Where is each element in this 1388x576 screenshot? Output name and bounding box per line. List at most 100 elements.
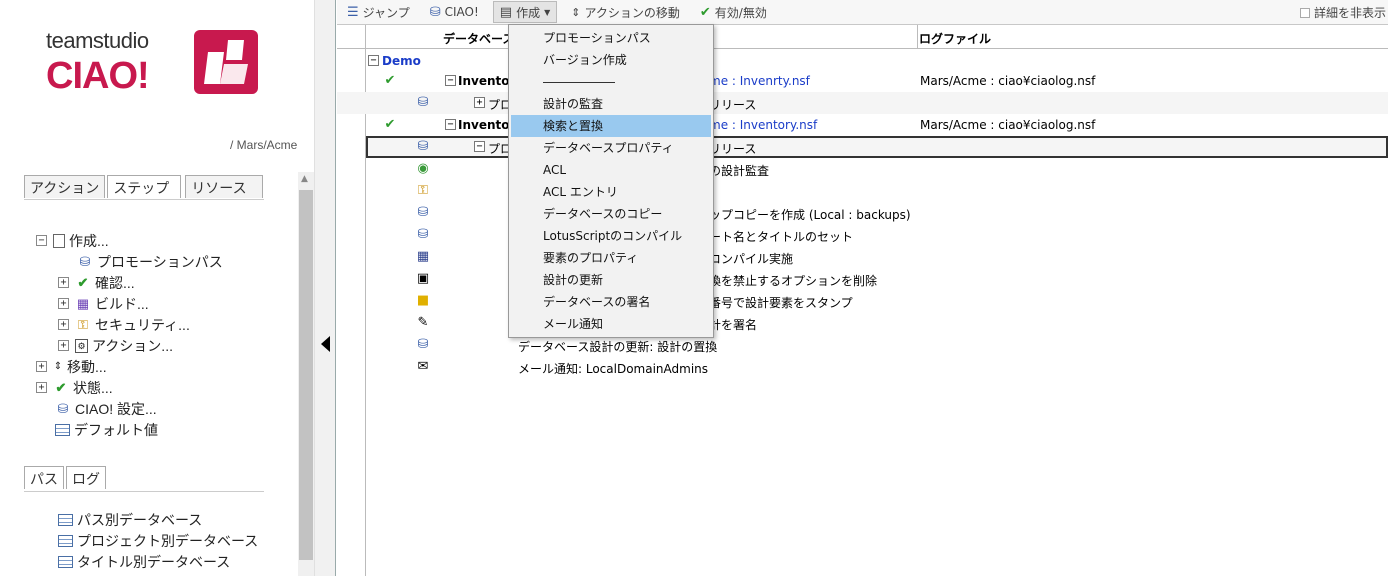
create-label: 作成 — [516, 5, 541, 20]
step-row[interactable]: ✎ 計を署名 — [337, 312, 1388, 334]
step-row[interactable]: ■ 番号で設計要素をスタンプ — [337, 290, 1388, 312]
hide-details-label: 詳細を非表示 — [1313, 6, 1386, 20]
expand-toggle-icon[interactable]: + — [58, 319, 69, 330]
tree-item-action[interactable]: + ⚙ アクション... — [58, 335, 173, 356]
view-by-project[interactable]: プロジェクト別データベース — [58, 530, 258, 551]
promotion-path-icon: ⛁ — [417, 95, 429, 110]
database-row[interactable]: ✔ − Invento me : Invenrty.nsf Mars/Acme … — [337, 70, 1388, 92]
tree-item-defaults[interactable]: デフォルト値 — [55, 419, 158, 440]
menu-item-search-replace[interactable]: 検索と置換 — [511, 115, 711, 137]
logo-product: CIAO! — [46, 55, 150, 97]
release-text: リリース — [709, 142, 757, 156]
expand-toggle-icon[interactable]: + — [36, 382, 47, 393]
left-tab-strip: アクション ステップ リソース — [24, 175, 264, 198]
release-row[interactable]: ⛁ + プロ リリース — [337, 92, 1388, 114]
view-icon — [58, 555, 73, 568]
collapse-toggle-icon[interactable]: − — [445, 119, 456, 130]
menu-item-copy-database[interactable]: データベースのコピー — [509, 203, 713, 225]
tree-item-promotion-path[interactable]: ⛁ プロモーションパス — [77, 251, 223, 272]
menu-item-sign-database[interactable]: データベースの署名 — [509, 291, 713, 313]
tab-path[interactable]: パス — [24, 466, 64, 489]
step-row[interactable]: ⚿ — [337, 180, 1388, 202]
menu-item-mail-notify[interactable]: メール通知 — [509, 313, 713, 335]
step-row[interactable]: ▣ 換を禁止するオプションを削除 — [337, 268, 1388, 290]
create-dropdown-menu: プロモーションパス バージョン作成 設計の監査 検索と置換 データベースプロパテ… — [508, 24, 714, 338]
step-text: 計を署名 — [709, 318, 758, 332]
tree-item-verify[interactable]: + ✔ 確認... — [58, 272, 135, 293]
tree-item-move[interactable]: + ⇕ 移動... — [36, 356, 107, 377]
step-row[interactable]: ⛁ ート名とタイトルのセット — [337, 224, 1388, 246]
create-menu-button[interactable]: ▤ 作成 ▼ — [492, 1, 558, 23]
step-row[interactable]: ▦ コンパイル実施 — [337, 246, 1388, 268]
view-label: タイトル別データベース — [77, 553, 231, 570]
menu-item-acl[interactable]: ACL — [509, 159, 713, 181]
step-row[interactable]: ✉ メール通知: LocalDomainAdmins — [337, 356, 1388, 378]
column-separator[interactable] — [917, 25, 918, 49]
menu-item-promotion-path[interactable]: プロモーションパス — [509, 27, 713, 49]
collapse-left-arrow-icon[interactable] — [321, 336, 330, 352]
tab-log[interactable]: ログ — [66, 466, 106, 489]
menu-item-database-properties[interactable]: データベースプロパティ — [509, 137, 713, 159]
tab-resources[interactable]: リソース — [185, 175, 264, 198]
step-text: メール通知: LocalDomainAdmins — [518, 362, 709, 376]
expand-toggle-icon[interactable]: + — [36, 361, 47, 372]
jump-button[interactable]: ☰ ジャンプ — [341, 1, 416, 23]
enable-disable-button[interactable]: ✔ 有効/無効 — [694, 1, 773, 23]
menu-item-compile-lotusscript[interactable]: LotusScriptのコンパイル — [509, 225, 713, 247]
scrollbar-thumb[interactable] — [299, 190, 313, 560]
view-by-path[interactable]: パス別データベース — [58, 509, 202, 530]
collapse-toggle-icon[interactable]: − — [36, 235, 47, 246]
checkbox-icon[interactable] — [1299, 7, 1310, 18]
collapse-toggle-icon[interactable]: − — [474, 141, 485, 152]
expand-toggle-icon[interactable]: + — [58, 277, 69, 288]
database-row[interactable]: ✔ − Invento me : Inventory.nsf Mars/Acme… — [337, 114, 1388, 136]
expand-toggle-icon[interactable]: + — [474, 97, 485, 108]
menu-item-element-properties[interactable]: 要素のプロパティ — [509, 247, 713, 269]
ciao-button[interactable]: ⛁ CIAO! — [424, 1, 485, 23]
view-icon — [58, 513, 73, 526]
chevron-down-icon: ▼ — [544, 7, 551, 17]
menu-separator — [509, 71, 713, 93]
group-row[interactable]: − Demo — [337, 50, 1388, 72]
tree-item-build[interactable]: + ▦ ビルド... — [58, 293, 149, 314]
column-database[interactable]: データベース — [443, 30, 514, 47]
menu-item-design-update[interactable]: 設計の更新 — [509, 269, 713, 291]
scroll-up-icon[interactable]: ▲ — [301, 174, 308, 184]
hide-details-toggle[interactable]: 詳細を非表示 — [1299, 4, 1386, 21]
expand-toggle-icon[interactable]: + — [58, 340, 69, 351]
action-toolbar: ☰ ジャンプ ⛁ CIAO! ▤ 作成 ▼ ⇕ アクションの移動 ✔ 有効/無効… — [337, 0, 1388, 25]
expand-toggle-icon[interactable]: + — [58, 298, 69, 309]
log-file: Mars/Acme : ciao¥ciaolog.nsf — [920, 118, 1096, 132]
step-row[interactable]: ⛁ データベース設計の更新: 設計の置換 — [337, 334, 1388, 356]
column-logfile[interactable]: ログファイル — [919, 30, 991, 47]
menu-item-design-audit[interactable]: 設計の監査 — [509, 93, 713, 115]
tree-item-create[interactable]: − 作成... — [36, 230, 109, 251]
tree-item-security[interactable]: + ⚿ セキュリティ... — [58, 314, 190, 335]
tab-steps[interactable]: ステップ — [107, 175, 182, 198]
move-action-button[interactable]: ⇕ アクションの移動 — [565, 1, 686, 23]
left-scrollbar[interactable]: ▲ — [298, 172, 314, 576]
tree-item-label: デフォルト値 — [74, 421, 158, 438]
tree-item-ciao-settings[interactable]: ⛁ CIAO! 設定... — [55, 398, 157, 419]
stamp-icon: ■ — [416, 293, 430, 308]
view-label: パス別データベース — [77, 511, 203, 528]
step-row[interactable]: ◉ の設計監査 — [337, 158, 1388, 180]
step-row[interactable]: ⛁ ップコピーを作成 (Local : backups) — [337, 202, 1388, 224]
menu-item-acl-entry[interactable]: ACL エントリ — [509, 181, 713, 203]
key-icon: ⚿ — [418, 183, 428, 198]
group-label: Demo — [382, 54, 421, 68]
tree-item-status[interactable]: + ✔ 状態... — [36, 377, 113, 398]
teamstudio-ciao-logo: teamstudio CIAO! — [46, 28, 266, 98]
column-header: データベース ログファイル — [337, 25, 1388, 49]
database-path[interactable]: me : Invenrty.nsf — [709, 74, 810, 88]
tab-actions[interactable]: アクション — [24, 175, 106, 198]
view-by-title[interactable]: タイトル別データベース — [58, 551, 230, 572]
database-path[interactable]: me : Inventory.nsf — [709, 118, 817, 132]
pane-splitter[interactable] — [314, 0, 336, 576]
menu-item-create-version[interactable]: バージョン作成 — [509, 49, 713, 71]
release-text: リリース — [709, 98, 757, 112]
step-text: データベース設計の更新: 設計の置換 — [518, 340, 718, 354]
collapse-toggle-icon[interactable]: − — [368, 55, 379, 66]
tab-divider — [24, 199, 264, 200]
collapse-toggle-icon[interactable]: − — [445, 75, 456, 86]
